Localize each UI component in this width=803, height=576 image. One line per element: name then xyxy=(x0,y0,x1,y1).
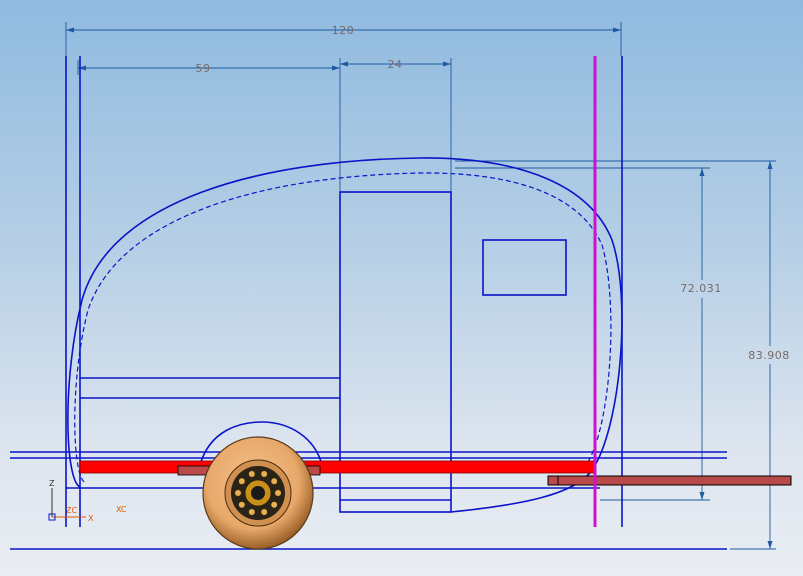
dimension-body-height[interactable]: 72.031 xyxy=(680,282,722,295)
dimension-overall-length[interactable]: 120 xyxy=(332,24,355,37)
lug-nut xyxy=(238,477,246,485)
frame-rail[interactable] xyxy=(79,460,596,474)
lug-nut xyxy=(238,501,246,509)
wheel-assembly[interactable] xyxy=(202,436,314,550)
coordinate-triad: Z ZC X XC xyxy=(48,479,127,523)
x-axis-label: X xyxy=(88,514,94,523)
window-outline xyxy=(482,239,567,296)
lug-nut xyxy=(248,470,256,478)
lug-nut xyxy=(274,489,282,497)
body-inner-profile xyxy=(74,172,612,483)
dimension-door-width[interactable]: 24 xyxy=(388,58,403,71)
lug-nut xyxy=(234,489,242,497)
trailer-body-geometry[interactable] xyxy=(10,56,727,550)
trailer-tongue[interactable] xyxy=(547,475,792,486)
lug-nut xyxy=(270,501,278,509)
body-outer-profile xyxy=(67,157,623,513)
lug-nut xyxy=(270,477,278,485)
lug-nut xyxy=(260,508,268,516)
zc-axis-label: ZC xyxy=(66,506,77,515)
lug-nut xyxy=(248,508,256,516)
lug-nut xyxy=(260,470,268,478)
cad-graphics-window[interactable]: 120 59 24 72.031 83.908 Z ZC X XC xyxy=(0,0,803,576)
trailer-side-view-drawing[interactable]: 120 59 24 72.031 83.908 Z ZC X XC xyxy=(0,0,803,576)
z-axis-label: Z xyxy=(49,479,55,488)
dimension-overall-height[interactable]: 83.908 xyxy=(748,349,790,362)
xc-axis-label: XC xyxy=(116,505,127,514)
dimension-front-offset[interactable]: 59 xyxy=(196,62,211,75)
